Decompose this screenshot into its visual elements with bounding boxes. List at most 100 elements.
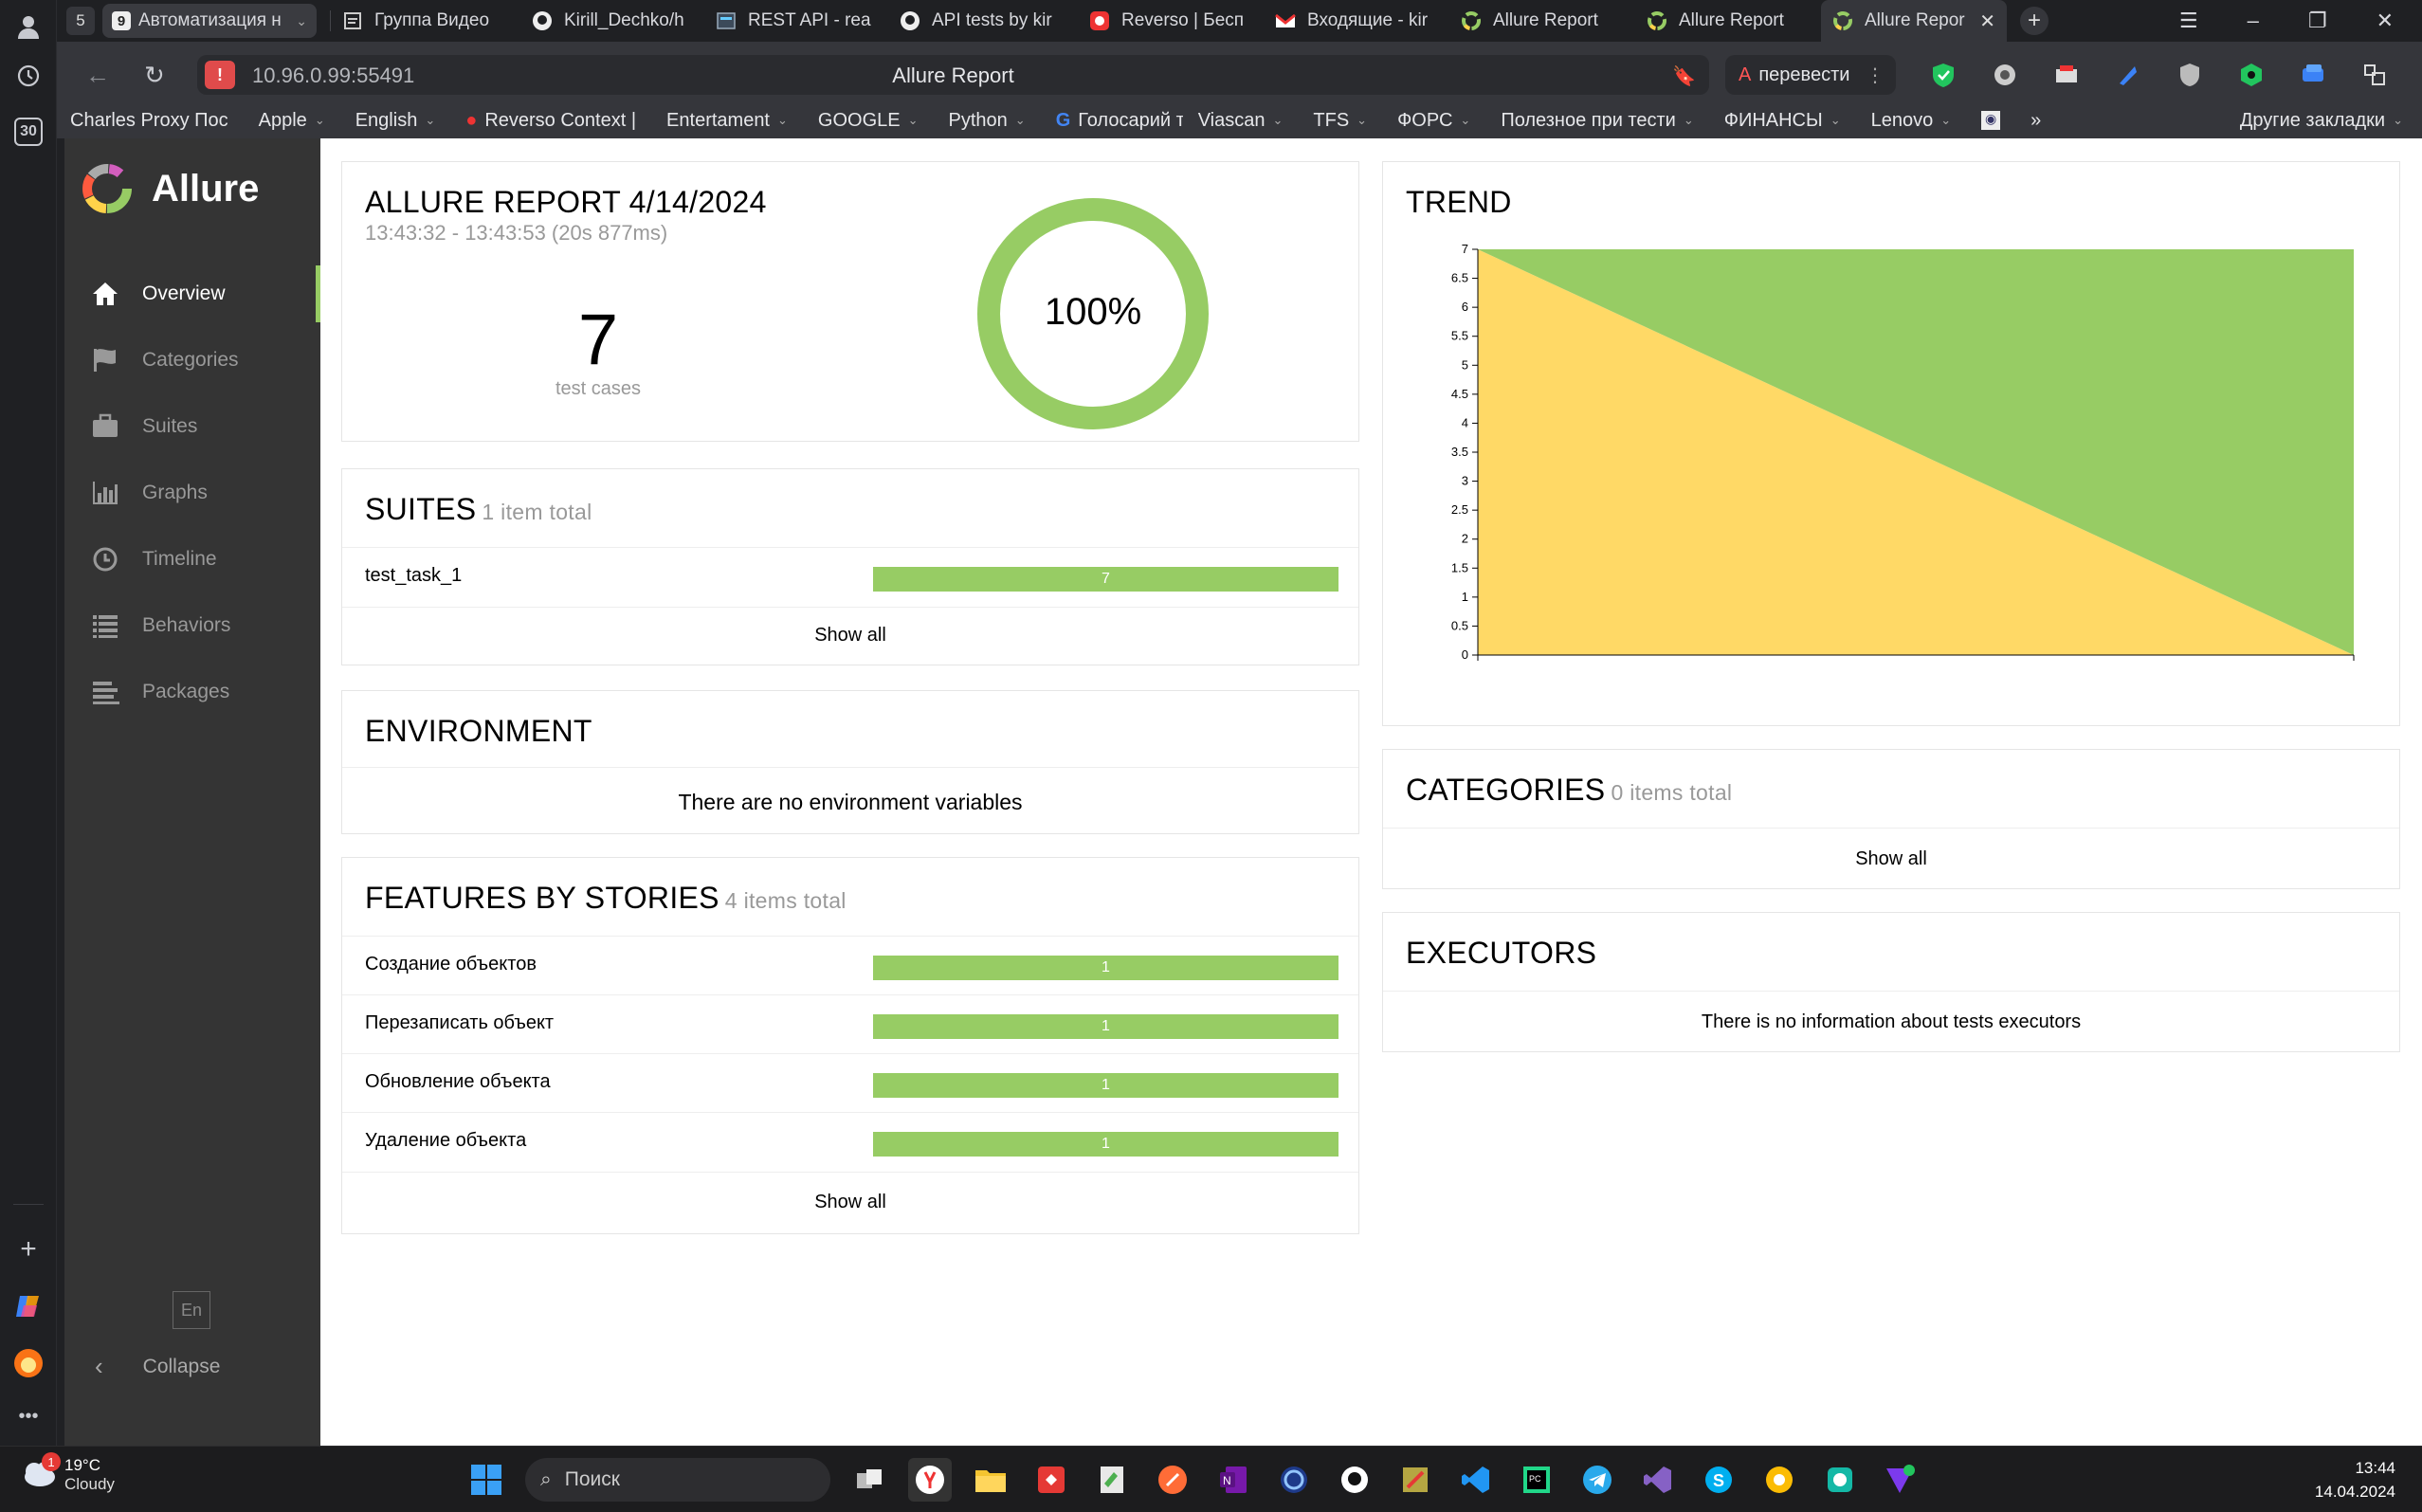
feature-row[interactable]: Создание объектов 1 <box>342 936 1358 994</box>
restore-icon[interactable]: ❐ <box>2308 9 2327 33</box>
add-panel-icon[interactable]: + <box>11 1232 46 1266</box>
url-bar[interactable]: ! 10.96.0.99:55491 Allure Report 🔖 <box>197 55 1709 95</box>
telegram-icon[interactable] <box>1575 1458 1619 1502</box>
tab-item[interactable]: Группа Видео <box>331 4 520 38</box>
nav-item-suites[interactable]: Suites <box>64 398 320 455</box>
onenote-icon[interactable]: N <box>1211 1458 1255 1502</box>
nav-item-timeline[interactable]: Timeline <box>64 531 320 588</box>
bookmark-folder[interactable]: ФОРС ⌄ <box>1382 110 1485 132</box>
pycharm-icon[interactable]: PC <box>1515 1458 1558 1502</box>
tab-item-active[interactable]: Allure Repor ✕ <box>1821 0 2007 42</box>
collapse-button[interactable]: ‹ Collapse <box>95 1352 220 1381</box>
bookmark-folder[interactable]: GOOGLE ⌄ <box>803 110 934 132</box>
close-icon[interactable]: ✕ <box>1979 9 1995 33</box>
skype-icon[interactable]: S <box>1697 1458 1740 1502</box>
bookmark-folder[interactable]: Viascan ⌄ <box>1183 110 1299 132</box>
new-tab-button[interactable]: + <box>2020 7 2049 35</box>
tab-group[interactable]: 9 Автоматизация н ⌄ <box>102 4 317 38</box>
ext-icon[interactable] <box>2176 61 2204 89</box>
y-tick-label: 3.5 <box>1451 445 1468 459</box>
chrome-canary-icon[interactable] <box>1757 1458 1801 1502</box>
language-switch[interactable]: En <box>173 1291 210 1329</box>
more-vert-icon[interactable]: ⋮ <box>1866 64 1885 87</box>
shield-ext-icon[interactable] <box>1929 61 1958 89</box>
taskbar-search[interactable]: ⌕ Поиск <box>525 1458 830 1502</box>
calendar-badge-icon[interactable]: 30 <box>14 118 43 146</box>
bookmark-folder[interactable]: English ⌄ <box>340 110 451 132</box>
tab-item[interactable]: Allure Report <box>1635 4 1821 38</box>
tab-item[interactable]: Входящие - kir <box>1264 4 1449 38</box>
nav-item-packages[interactable]: Packages <box>64 664 320 720</box>
bookmark-folder[interactable]: Lenovo ⌄ <box>1856 110 1967 132</box>
bookmark-folder[interactable]: Entertament ⌄ <box>651 110 803 132</box>
feature-row[interactable]: Перезаписать объект 1 <box>342 994 1358 1053</box>
chevron-down-icon: ⌄ <box>1357 113 1368 127</box>
nav-item-graphs[interactable]: Graphs <box>64 465 320 521</box>
yandex-browser-icon[interactable] <box>908 1458 952 1502</box>
nav-item-overview[interactable]: Overview <box>64 265 320 322</box>
tab-item[interactable]: Kirill_Dechko/h <box>520 4 704 38</box>
copilot-icon[interactable] <box>11 1289 46 1323</box>
vscode-icon[interactable] <box>1454 1458 1498 1502</box>
categories-show-all-link[interactable]: Show all <box>1383 848 2399 870</box>
bookmark-folder[interactable]: Apple ⌄ <box>244 110 340 132</box>
bookmark-folder[interactable]: ФИНАНСЫ ⌄ <box>1709 110 1856 132</box>
bookmark-item[interactable]: Charles Proxy Пос <box>57 110 244 132</box>
tool-icon[interactable] <box>1393 1458 1437 1502</box>
vpn-icon[interactable] <box>1879 1458 1922 1502</box>
tab-item[interactable]: Reverso | Бесп <box>1078 4 1264 38</box>
browser-app-icon[interactable] <box>11 1346 46 1380</box>
reload-icon[interactable]: ↻ <box>144 61 165 90</box>
visual-studio-icon[interactable] <box>1636 1458 1680 1502</box>
features-show-all-link[interactable]: Show all <box>342 1192 1358 1213</box>
more-icon[interactable]: ••• <box>11 1399 46 1433</box>
suite-row[interactable]: test_task_1 7 <box>342 547 1358 606</box>
bookmark-item[interactable]: G Голосарий т <box>1041 110 1183 132</box>
bookmark-item[interactable]: ◉ <box>1966 111 2015 130</box>
tab-item[interactable]: Allure Report <box>1449 4 1635 38</box>
bookmark-item[interactable]: ● Reverso Context | <box>450 110 651 132</box>
weather-widget[interactable]: 1 19°C Cloudy <box>19 1452 115 1494</box>
task-view-icon[interactable] <box>847 1458 891 1502</box>
ext-icon[interactable] <box>2299 61 2327 89</box>
postman-icon[interactable] <box>1151 1458 1194 1502</box>
translate-button[interactable]: A перевести ⋮ <box>1725 55 1896 95</box>
notepad-icon[interactable] <box>1090 1458 1134 1502</box>
ext-icon[interactable] <box>2237 61 2266 89</box>
feature-row[interactable]: Обновление объекта 1 <box>342 1053 1358 1112</box>
other-bookmarks[interactable]: Другие закладки ⌄ <box>2225 110 2422 132</box>
app-icon[interactable] <box>1818 1458 1862 1502</box>
back-icon[interactable]: ← <box>85 61 110 90</box>
allure-logo[interactable]: Allure <box>80 161 259 216</box>
close-window-icon[interactable]: ✕ <box>2376 9 2394 33</box>
bookmark-label: Entertament <box>666 109 770 131</box>
anydesk-icon[interactable] <box>1029 1458 1073 1502</box>
bookmark-icon[interactable]: 🔖 <box>1672 64 1696 88</box>
tab-counter[interactable]: 5 <box>66 7 95 35</box>
clock-app-icon[interactable] <box>1272 1458 1316 1502</box>
nav-item-behaviors[interactable]: Behaviors <box>64 597 320 654</box>
bookmark-folder[interactable]: Python ⌄ <box>934 110 1041 132</box>
github-desktop-icon[interactable] <box>1333 1458 1376 1502</box>
tabs-menu-icon[interactable]: ☰ <box>2179 9 2198 33</box>
ext-icon[interactable] <box>1991 61 2019 89</box>
history-icon[interactable] <box>11 59 46 93</box>
profile-icon[interactable] <box>11 9 46 44</box>
tab-item[interactable]: API tests by kir <box>888 4 1078 38</box>
download-icon[interactable]: ⤓ <box>2417 61 2422 89</box>
nav-item-categories[interactable]: Categories <box>64 332 320 389</box>
feature-row[interactable]: Удаление объекта 1 <box>342 1112 1358 1171</box>
ext-icon[interactable] <box>2360 61 2389 89</box>
more-bookmarks-icon[interactable]: » <box>2015 110 2056 132</box>
system-clock[interactable]: 13:44 14.04.2024 <box>2315 1456 2395 1503</box>
bookmark-folder[interactable]: Полезное при тести ⌄ <box>1485 110 1708 132</box>
suites-show-all-link[interactable]: Show all <box>342 625 1358 647</box>
ext-icon[interactable] <box>2114 61 2142 89</box>
bookmark-folder[interactable]: TFS ⌄ <box>1298 110 1382 132</box>
file-explorer-icon[interactable] <box>969 1458 1012 1502</box>
minimize-icon[interactable]: – <box>2248 9 2259 33</box>
ext-icon[interactable] <box>2052 61 2081 89</box>
chevron-down-icon: ⌄ <box>1272 113 1284 127</box>
tab-item[interactable]: REST API - rea <box>704 4 888 38</box>
windows-start-icon[interactable] <box>464 1458 508 1502</box>
